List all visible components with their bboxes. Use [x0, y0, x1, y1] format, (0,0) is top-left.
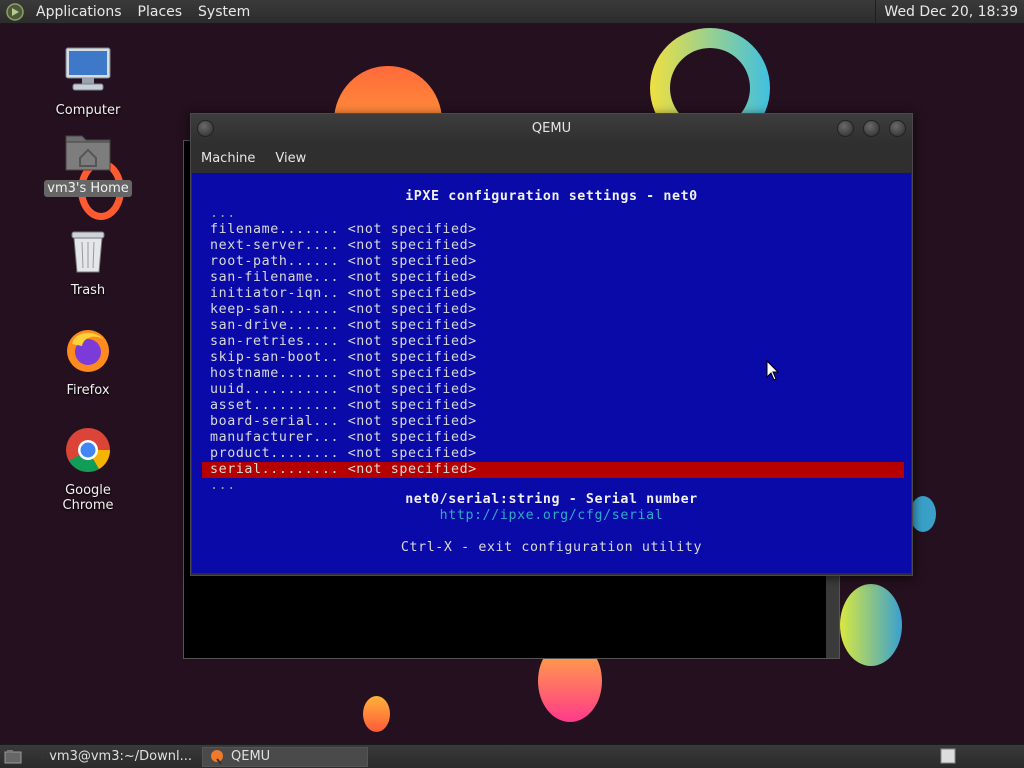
top-panel: Applications Places System Wed Dec 20, 1…	[0, 0, 1024, 24]
setting-row[interactable]: manufacturer... <not specified>	[210, 430, 477, 446]
setting-name: manufacturer...	[210, 430, 340, 445]
close-button[interactable]	[889, 120, 906, 137]
desktop-icon-chrome[interactable]: Google Chrome	[38, 426, 138, 514]
taskbar-label: QEMU	[231, 749, 271, 764]
setting-row[interactable]: hostname....... <not specified>	[210, 366, 477, 382]
setting-row[interactable]: asset.......... <not specified>	[210, 398, 477, 414]
vm-display[interactable]: iPXE configuration settings - net0 ... f…	[192, 173, 911, 573]
desktop-icon-trash[interactable]: Trash	[38, 228, 138, 299]
exit-hint: Ctrl-X - exit configuration utility	[400, 540, 703, 555]
setting-name: initiator-iqn..	[210, 286, 340, 301]
setting-value: <not specified>	[347, 238, 477, 253]
applications-menu[interactable]: Applications	[28, 4, 130, 20]
taskbar-terminal[interactable]: vm3@vm3:~/Downl...	[36, 747, 198, 767]
terminal-icon	[42, 755, 44, 758]
desktop-icon-label: Computer	[55, 103, 121, 118]
setting-row[interactable]: board-serial... <not specified>	[210, 414, 477, 430]
setting-value: <not specified>	[347, 414, 477, 429]
setting-name: san-retries....	[210, 334, 340, 349]
setting-row[interactable]: san-retries.... <not specified>	[210, 334, 477, 350]
home-folder-icon	[65, 135, 111, 171]
setting-value: <not specified>	[347, 398, 477, 413]
mouse-cursor-icon	[766, 360, 780, 381]
scroll-up-indicator: ...	[210, 206, 236, 221]
setting-row[interactable]: product........ <not specified>	[210, 446, 477, 462]
setting-row[interactable]: keep-san....... <not specified>	[210, 302, 477, 318]
window-title: QEMU	[531, 121, 572, 136]
setting-name: filename.......	[210, 222, 340, 237]
setting-row-selected[interactable]: serial......... <not specified>	[210, 462, 477, 478]
desktop-icon-firefox[interactable]: Firefox	[38, 326, 138, 399]
setting-value: <not specified>	[347, 430, 477, 445]
setting-row[interactable]: filename....... <not specified>	[210, 222, 477, 238]
setting-name: skip-san-boot..	[210, 350, 340, 365]
setting-name: san-drive......	[210, 318, 340, 333]
setting-name: board-serial...	[210, 414, 340, 429]
setting-value: <not specified>	[347, 366, 477, 381]
ipxe-config-heading: iPXE configuration settings - net0	[405, 189, 698, 204]
maximize-button[interactable]	[863, 120, 880, 137]
setting-name: root-path......	[210, 254, 340, 269]
desktop-icon-home[interactable]: vm3's Home	[38, 128, 138, 197]
bottom-panel: vm3@vm3:~/Downl... QEMU	[0, 744, 1024, 768]
setting-value: <not specified>	[347, 286, 477, 301]
help-url: http://ipxe.org/cfg/serial	[439, 508, 664, 523]
computer-icon	[65, 47, 111, 91]
setting-row[interactable]: uuid........... <not specified>	[210, 382, 477, 398]
setting-value: <not specified>	[347, 318, 477, 333]
setting-name: next-server....	[210, 238, 340, 253]
desktop-icon-computer[interactable]: Computer	[38, 46, 138, 119]
firefox-icon	[67, 330, 109, 372]
wallpaper-blob-teal	[910, 496, 936, 532]
qemu-window[interactable]: QEMU Machine View iPXE configuration set…	[190, 113, 913, 576]
setting-description: net0/serial:string - Serial number	[405, 492, 698, 507]
setting-name: san-filename...	[210, 270, 340, 285]
desktop-icon-label: Google Chrome	[62, 483, 114, 513]
show-desktop-icon[interactable]	[4, 749, 22, 765]
system-menu[interactable]: System	[190, 4, 258, 20]
clock[interactable]: Wed Dec 20, 18:39	[875, 0, 1024, 24]
setting-name: product........	[210, 446, 340, 461]
minimize-button[interactable]	[837, 120, 854, 137]
desktop-icon-label: Firefox	[66, 383, 110, 398]
setting-name: serial.........	[210, 462, 340, 477]
setting-row[interactable]: next-server.... <not specified>	[210, 238, 477, 254]
setting-value: <not specified>	[347, 222, 477, 237]
menu-view[interactable]: View	[265, 151, 316, 166]
taskbar-qemu[interactable]: QEMU	[202, 746, 368, 767]
wallpaper-blob-green	[840, 584, 902, 666]
taskbar-label: vm3@vm3:~/Downl...	[49, 749, 192, 764]
window-menu-button[interactable]	[197, 120, 214, 137]
desktop-icon-label: Trash	[70, 283, 106, 298]
setting-value: <not specified>	[347, 254, 477, 269]
setting-row[interactable]: root-path...... <not specified>	[210, 254, 477, 270]
qemu-menubar: Machine View	[191, 144, 912, 172]
workspace-switcher-icon[interactable]	[940, 748, 956, 764]
setting-name: uuid...........	[210, 382, 340, 397]
wallpaper-blob-small	[363, 696, 390, 732]
menu-machine[interactable]: Machine	[191, 151, 265, 166]
setting-value: <not specified>	[347, 302, 477, 317]
setting-value: <not specified>	[347, 350, 477, 365]
distro-logo-icon[interactable]	[6, 2, 24, 21]
setting-value: <not specified>	[347, 382, 477, 397]
setting-value: <not specified>	[347, 462, 477, 477]
desktop-icon-label: vm3's Home	[44, 180, 132, 197]
trash-icon	[71, 231, 105, 273]
chrome-icon	[66, 428, 110, 472]
setting-value: <not specified>	[347, 446, 477, 461]
qemu-titlebar[interactable]: QEMU	[191, 114, 912, 144]
setting-row[interactable]: initiator-iqn.. <not specified>	[210, 286, 477, 302]
places-menu[interactable]: Places	[130, 4, 191, 20]
setting-name: hostname.......	[210, 366, 340, 381]
setting-row[interactable]: san-drive...... <not specified>	[210, 318, 477, 334]
setting-name: asset..........	[210, 398, 340, 413]
setting-name: keep-san.......	[210, 302, 340, 317]
setting-value: <not specified>	[347, 334, 477, 349]
setting-value: <not specified>	[347, 270, 477, 285]
setting-row[interactable]: skip-san-boot.. <not specified>	[210, 350, 477, 366]
setting-row[interactable]: san-filename... <not specified>	[210, 270, 477, 286]
qemu-icon	[211, 749, 223, 765]
